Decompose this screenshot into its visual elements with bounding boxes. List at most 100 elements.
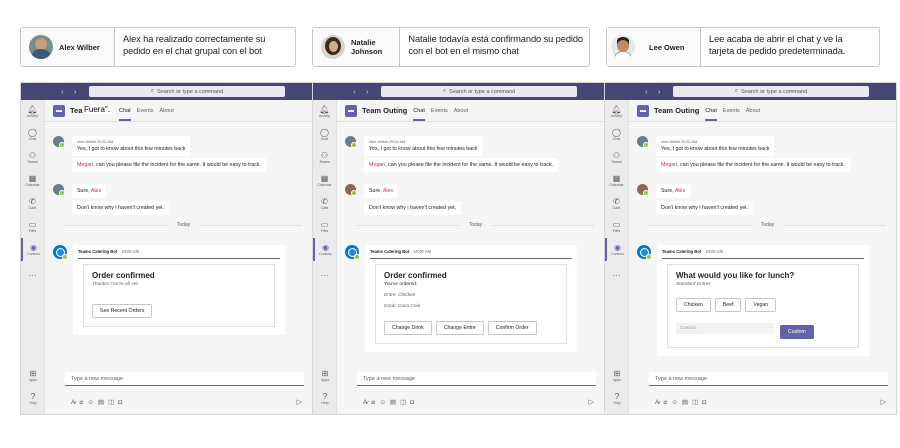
tab-events[interactable]: Events [431,108,448,114]
rail-files[interactable]: ▭ Files [21,215,44,238]
rail-apps[interactable]: ⊞ Apps [605,364,629,387]
nav-arrows[interactable]: ‹ › [353,87,373,96]
rail-calendar[interactable]: ▦ Calendar [21,169,44,192]
beef-button[interactable]: Beef [714,298,742,312]
meet-icon[interactable]: ◘ [702,399,706,406]
rail-calendar[interactable]: ▦ Calendar [605,169,628,192]
gif-icon[interactable]: ▤ [390,398,396,406]
format-icon[interactable]: A̷ [655,399,659,406]
confirm-order-button[interactable]: Confirm Order [487,321,537,335]
tab-events[interactable]: Events [137,108,154,114]
send-icon[interactable]: ▷ [881,398,886,406]
rail-help[interactable]: ? Help [313,387,337,410]
change-entre-button[interactable]: Change Entre [435,321,484,335]
nav-arrows[interactable]: ‹ › [645,87,665,96]
sticker-icon[interactable]: ◫ [400,398,406,406]
rail-chat[interactable]: ◯ Chat [605,123,628,146]
compose-box[interactable]: Type a new message [65,372,304,386]
search-input[interactable]: ⌕ Search or type a command [381,86,577,97]
send-icon[interactable]: ▷ [297,398,302,406]
rail-activity[interactable]: 🔔︎ Activity [605,100,628,123]
vegan-button[interactable]: Vegan [745,298,777,312]
tab-about[interactable]: About [454,108,468,114]
chicken-button[interactable]: Chicken [676,298,711,312]
rail-apps[interactable]: ⊞ Apps [21,364,45,387]
nav-arrows[interactable]: ‹ › [61,87,81,96]
sticker-icon[interactable]: ◫ [108,398,114,406]
rail-teams[interactable]: ⚇ Teams [313,146,336,169]
rail-teams[interactable]: ⚇ Teams [21,146,44,169]
attach-icon[interactable]: ⌀ [371,398,375,406]
message-text: Yes, I got to know about this few minute… [661,146,770,152]
rail-chat[interactable]: ◯ Chat [313,123,336,146]
name-last: Johnson [351,47,383,56]
rail-label: Teams [27,160,38,164]
message-bubble: Alex Wilber 09:32 AM Yes, I got to know … [72,136,191,156]
natalie-avatar [321,35,345,59]
change-drink-button[interactable]: Change Drink [384,321,432,335]
app-rail: 🔔︎ Activity ◯ Chat ⚇ Teams ▦ Calendar ✆ Calls… [313,100,337,414]
rail-contoso[interactable]: ◉ Contoso [313,238,336,261]
avatar [345,136,357,148]
custom-button[interactable]: Custom [780,325,814,339]
rail-activity[interactable]: 🔔︎ Activity [313,100,336,123]
tab-about[interactable]: About [746,108,760,114]
tab-about[interactable]: About [160,108,174,114]
rail-files[interactable]: ▭ Files [605,215,628,238]
attach-icon[interactable]: ⌀ [79,398,83,406]
date-divider: Today [649,222,886,228]
emoji-icon[interactable]: ☺ [379,399,386,406]
gif-icon[interactable]: ▤ [682,398,688,406]
bot-meta: Teams Catering Bot 10:00 AM [370,249,572,259]
attach-icon[interactable]: ⌀ [663,398,667,406]
rail-calls[interactable]: ✆ Calls [605,192,628,215]
format-icon[interactable]: A̷ [363,399,367,406]
drink-value: Drink: Coca Cola [384,304,421,309]
rail-calls[interactable]: ✆ Calls [21,192,44,215]
mention[interactable]: Alex [675,188,685,194]
emoji-icon[interactable]: ☺ [671,399,678,406]
compose-box[interactable]: Type a new message [357,372,596,386]
rail-help[interactable]: ? Help [605,387,629,410]
caption-name: Lee Owen [649,42,685,52]
more-icon[interactable]: ··· [21,265,44,285]
rail-apps[interactable]: ⊞ Apps [313,364,337,387]
mention[interactable]: Alex [91,188,101,194]
mention[interactable]: Megan [77,162,93,168]
see-recent-orders-button[interactable]: See Recent Orders [92,304,153,318]
contoso-icon: ◉ [30,243,37,252]
mention[interactable]: Megan [369,162,385,168]
rail-contoso[interactable]: ◉ Contoso [21,238,44,261]
adaptive-card: What would you like for lunch? Standard … [667,264,859,348]
tab-chat[interactable]: Chat [119,108,131,121]
search-input[interactable]: ⌕ Search or type a command [673,86,869,97]
rail-contoso[interactable]: ◉ Contoso [605,238,628,261]
search-input[interactable]: ⌕ Search or type a command [89,86,285,97]
rail-calendar[interactable]: ▦ Calendar [313,169,336,192]
tab-events[interactable]: Events [723,108,740,114]
rail-files[interactable]: ▭ Files [313,215,336,238]
send-icon[interactable]: ▷ [589,398,594,406]
tab-chat[interactable]: Chat [705,108,717,121]
tab-chat[interactable]: Chat [413,108,425,121]
format-icon[interactable]: A̷ [71,399,75,406]
rail-calls[interactable]: ✆ Calls [313,192,336,215]
meet-icon[interactable]: ◘ [118,399,122,406]
meet-icon[interactable]: ◘ [410,399,414,406]
gif-icon[interactable]: ▤ [98,398,104,406]
rail-chat[interactable]: ◯ Chat [21,123,44,146]
mention[interactable]: Alex [383,188,393,194]
rail-help[interactable]: ? Help [21,387,45,410]
rail-teams[interactable]: ⚇ Teams [605,146,628,169]
sticker-icon[interactable]: ◫ [692,398,698,406]
compose-box[interactable]: Type a new message [649,372,888,386]
more-icon[interactable]: ··· [605,265,628,285]
rail-activity[interactable]: 🔔︎ Activity [21,100,44,123]
more-icon[interactable]: ··· [313,265,336,285]
emoji-icon[interactable]: ☺ [87,399,94,406]
custom-input[interactable]: Custom [676,323,774,335]
bot-avatar [53,245,68,260]
mention[interactable]: Megan [661,162,677,168]
message-dontknow: Don't know why i haven't created yet. [656,201,754,215]
message-bubble: Megan, can you please file the incident … [656,158,851,172]
